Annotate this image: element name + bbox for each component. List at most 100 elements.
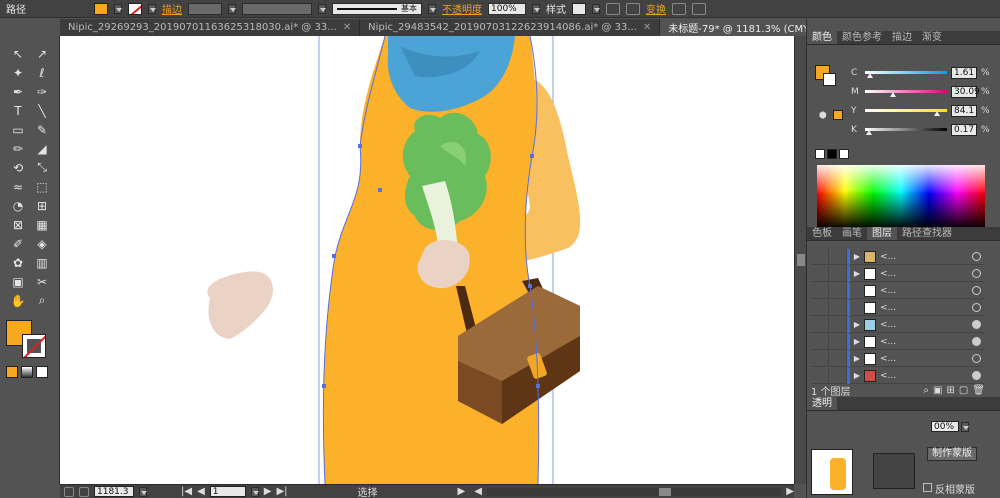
variable-width-field[interactable] — [242, 2, 312, 15]
lock-toggle[interactable] — [829, 333, 847, 350]
layer-name[interactable]: <... — [880, 371, 940, 381]
artboard-dropdown[interactable] — [250, 486, 259, 497]
layer-name[interactable]: <... — [880, 252, 940, 262]
isolate-icon[interactable] — [672, 2, 686, 15]
opacity-label[interactable]: 不透明度 — [442, 1, 482, 16]
line-tool[interactable]: ╲ — [33, 101, 51, 120]
opacity-field[interactable]: 100% — [488, 2, 526, 15]
next-artboard-icon[interactable]: ▶ — [264, 486, 272, 497]
gradient-tool[interactable]: ▦ — [33, 215, 51, 234]
width-tool[interactable]: ≈ — [9, 177, 27, 196]
artboard-number-field[interactable]: 1 — [209, 486, 246, 497]
make-mask-button[interactable]: 制作蒙版 — [927, 447, 977, 461]
zoom-tool[interactable]: ⌕ — [33, 291, 51, 310]
layer-row[interactable]: ▶ <... — [811, 316, 985, 333]
tab-transparency[interactable]: 透明 — [807, 397, 837, 410]
paintbrush-tool[interactable]: ✎ — [33, 120, 51, 139]
visibility-toggle[interactable] — [811, 265, 829, 282]
scale-tool[interactable]: ⤡ — [33, 158, 51, 177]
visibility-toggle[interactable] — [811, 350, 829, 367]
layer-name[interactable]: <... — [880, 286, 940, 296]
visibility-toggle[interactable] — [811, 248, 829, 265]
shape-builder-tool[interactable]: ◔ — [9, 196, 27, 215]
visibility-toggle[interactable] — [811, 299, 829, 316]
opacity-dropdown[interactable] — [532, 3, 540, 14]
symbol-sprayer-tool[interactable]: ✿ — [9, 253, 27, 272]
target-circle-icon[interactable] — [972, 354, 981, 363]
none-color-swatch[interactable] — [815, 149, 825, 159]
channel-slider[interactable] — [865, 109, 947, 116]
zoom-field[interactable]: 1181.3 — [94, 486, 134, 497]
layer-row[interactable]: ▶ <... — [811, 265, 985, 282]
none-button[interactable] — [36, 366, 48, 378]
visibility-toggle[interactable] — [811, 316, 829, 333]
vertical-scroll-thumb[interactable] — [797, 254, 805, 266]
fill-color-swatch[interactable] — [94, 2, 108, 15]
invert-mask-checkbox[interactable] — [923, 483, 932, 492]
transparency-opacity-field[interactable]: 00% — [931, 421, 959, 432]
transparency-opacity-dropdown[interactable] — [961, 422, 969, 432]
type-tool[interactable]: T — [9, 101, 27, 120]
target-circle-icon[interactable] — [972, 371, 981, 380]
stroke-weight-dropdown[interactable] — [228, 3, 236, 14]
skin-blob-shape[interactable] — [207, 271, 273, 339]
style-dropdown[interactable] — [592, 3, 600, 14]
pen-tool[interactable]: ✒ — [9, 82, 27, 101]
gradient-button[interactable] — [21, 366, 33, 378]
first-artboard-icon[interactable]: |◀ — [181, 486, 192, 497]
black-swatch[interactable] — [827, 149, 837, 159]
lock-toggle[interactable] — [829, 299, 847, 316]
slider-handle[interactable] — [889, 92, 896, 97]
color-spectrum[interactable] — [817, 165, 985, 229]
layer-row[interactable]: ▶ <... — [811, 333, 985, 350]
stroke-label[interactable]: 描边 — [162, 1, 182, 16]
new-sublayer-icon[interactable]: ⊞ — [946, 385, 954, 396]
expand-arrow-icon[interactable]: ▶ — [850, 337, 864, 346]
channel-slider[interactable] — [865, 90, 947, 97]
free-transform-tool[interactable]: ⬚ — [33, 177, 51, 196]
channel-value[interactable]: 1.61 — [951, 66, 977, 79]
target-circle-icon[interactable] — [972, 286, 981, 295]
expand-arrow-icon[interactable]: ▶ — [850, 269, 864, 278]
expand-arrow-icon[interactable]: ▶ — [850, 320, 864, 329]
layer-name[interactable]: <... — [880, 354, 940, 364]
slider-handle[interactable] — [866, 73, 873, 78]
scroll-left-icon[interactable]: ◀ — [474, 486, 482, 497]
recolor-icon[interactable] — [606, 2, 620, 15]
tab-pathfinder[interactable]: 路径查找器 — [897, 227, 957, 240]
scroll-right-icon[interactable]: ▶ — [786, 486, 794, 497]
variable-width-dropdown[interactable] — [318, 3, 326, 14]
brush-definition-field[interactable]: 基本 — [332, 2, 422, 15]
object-thumbnail[interactable] — [811, 449, 853, 495]
rotate-tool[interactable]: ⟲ — [9, 158, 27, 177]
delete-layer-icon[interactable]: 🗑 — [972, 385, 985, 396]
stroke-weight-field[interactable] — [188, 2, 222, 15]
mask-thumbnail[interactable] — [873, 453, 915, 489]
export-icon[interactable] — [79, 486, 89, 497]
stroke-none-swatch[interactable] — [128, 2, 142, 15]
hand-tool[interactable]: ✋ — [9, 291, 27, 310]
magic-wand-tool[interactable]: ✦ — [9, 63, 27, 82]
direct-selection-tool[interactable]: ↗ — [33, 44, 51, 63]
lock-toggle[interactable] — [829, 316, 847, 333]
close-icon[interactable]: ✕ — [343, 22, 351, 33]
fill-dropdown[interactable] — [114, 3, 122, 14]
layer-row[interactable]: ▶ <... — [811, 350, 985, 367]
last-artboard-icon[interactable]: ▶| — [276, 486, 287, 497]
tab-document-1[interactable]: Nipic_29269293_20190701163625318030.ai* … — [60, 19, 361, 36]
target-circle-icon[interactable] — [972, 303, 981, 312]
eyedropper-tool[interactable]: ✐ — [9, 234, 27, 253]
layer-name[interactable]: <... — [880, 337, 940, 347]
selection-tool[interactable]: ↖ — [9, 44, 27, 63]
stroke-box[interactable] — [22, 334, 46, 358]
layer-row[interactable]: <... — [811, 299, 985, 316]
slider-handle[interactable] — [865, 130, 872, 135]
target-circle-icon[interactable] — [972, 320, 981, 329]
target-circle-icon[interactable] — [972, 337, 981, 346]
tab-gradient[interactable]: 渐变 — [917, 31, 947, 44]
close-icon[interactable]: ✕ — [643, 22, 651, 33]
slider-handle[interactable] — [933, 111, 940, 116]
arrange-icon[interactable] — [692, 2, 706, 15]
visibility-toggle[interactable] — [811, 333, 829, 350]
zoom-dropdown[interactable] — [139, 486, 147, 497]
